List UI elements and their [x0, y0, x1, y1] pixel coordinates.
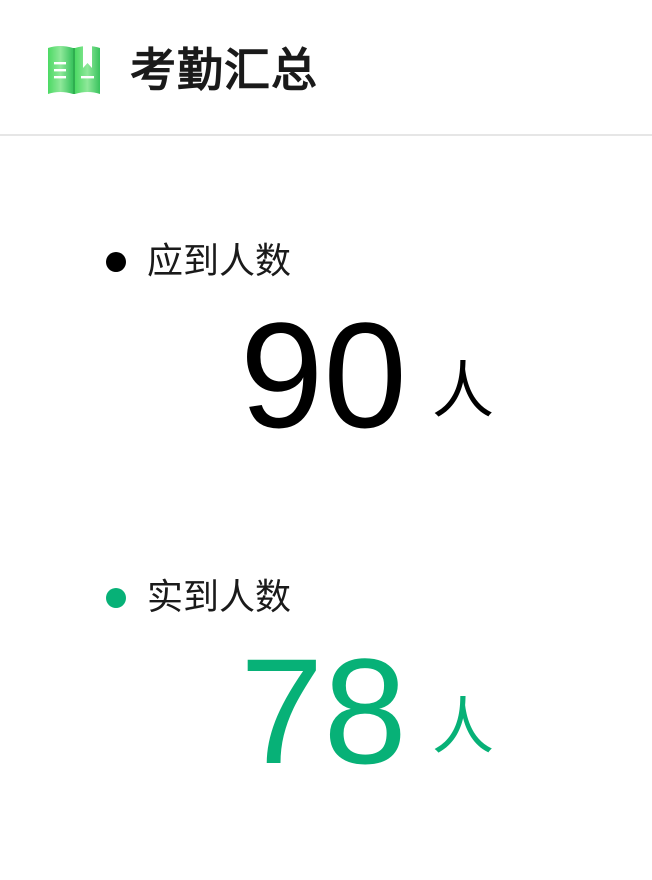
actual-count: 78 [240, 627, 407, 795]
page-title: 考勤汇总 [130, 43, 318, 97]
expected-label: 应到人数 [147, 241, 292, 282]
expected-unit: 人 [432, 354, 495, 427]
expected-dot-icon [106, 252, 126, 272]
open-book-icon [48, 46, 100, 94]
expected-count: 90 [240, 291, 407, 459]
actual-dot-icon [106, 588, 126, 608]
page-header: 考勤汇总 [0, 0, 652, 136]
actual-unit: 人 [432, 690, 495, 763]
actual-label: 实到人数 [147, 577, 292, 618]
